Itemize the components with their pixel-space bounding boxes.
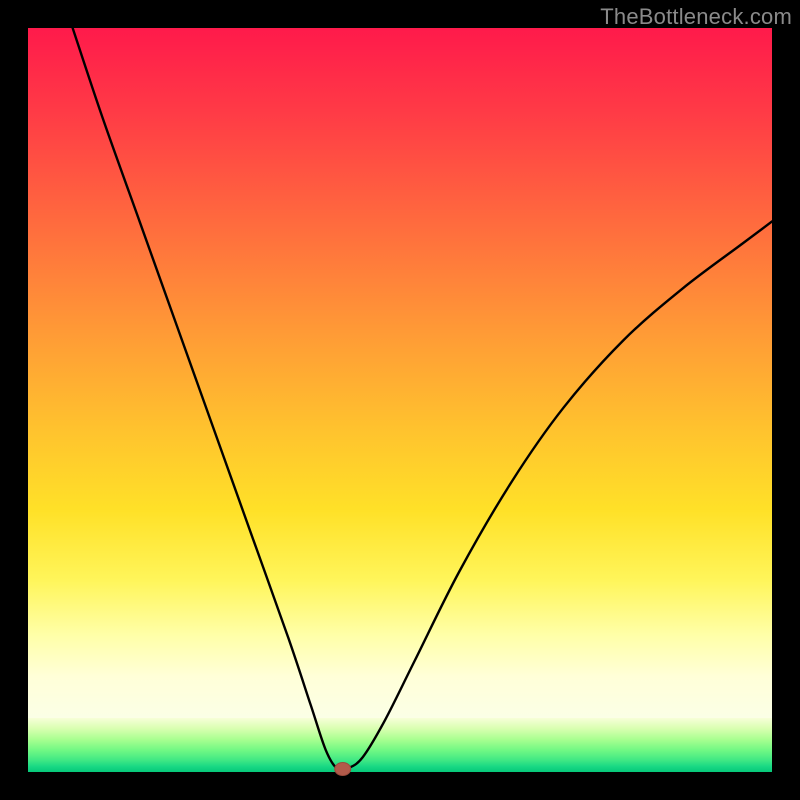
curve-layer (28, 28, 772, 772)
bottleneck-curve (73, 28, 772, 770)
optimum-marker (335, 763, 351, 776)
chart-frame: TheBottleneck.com (0, 0, 800, 800)
plot-area (28, 28, 772, 772)
watermark-text: TheBottleneck.com (600, 4, 792, 30)
